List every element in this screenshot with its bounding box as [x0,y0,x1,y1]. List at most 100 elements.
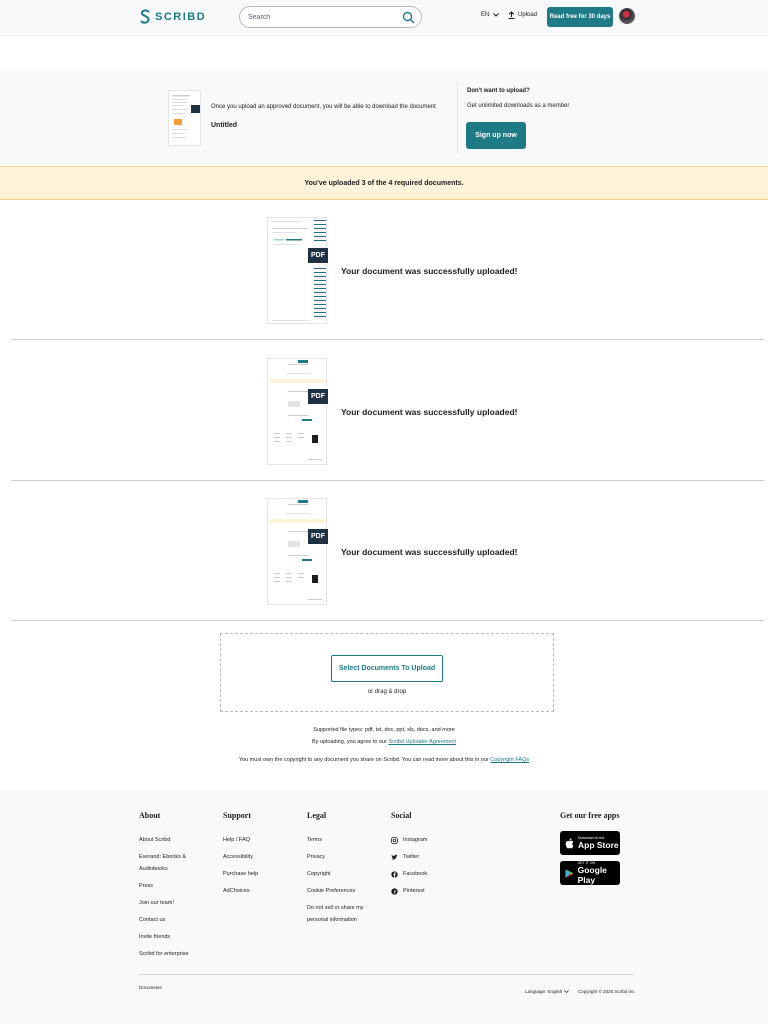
document-title: Untitled [211,122,238,129]
footer-legal-column: Legal Terms Privacy Copyright Cookie Pre… [307,811,367,931]
site-footer: About About Scribd Everand: Ebooks & Aud… [0,790,768,1024]
footer-link[interactable]: Copyright [307,868,367,880]
social-twitter[interactable]: Twitter [391,851,451,863]
upload-icon [508,11,515,19]
copyright-text: Copyright © 2025 Scribd Inc. [578,989,636,994]
footer-link[interactable]: Everand: Ebooks & Audiobooks [139,851,199,875]
scribd-logo[interactable]: SCRIBD [140,9,206,25]
footer-support-heading: Support [223,811,252,820]
social-facebook[interactable]: Facebook [391,868,451,880]
footer-language-label: Language: English [525,989,563,994]
row-divider [11,620,764,621]
copyright-faqs-link[interactable]: Copyright FAQs [490,757,529,763]
uploaded-document-thumbnail [267,358,327,465]
footer-link[interactable]: Do not sell or share my personal informa… [307,902,367,926]
sign-up-button[interactable]: Sign up now [466,122,526,149]
search-input[interactable] [248,11,398,24]
uploaded-document-thumbnail [267,217,327,324]
google-play-icon [565,868,574,878]
social-label: Instagram [403,837,428,843]
pinterest-icon [391,887,398,895]
pdf-badge: PDF [308,389,328,404]
upload-progress-notice: You've uploaded 3 of the 4 required docu… [0,166,768,200]
pdf-badge: PDF [308,248,328,263]
supported-filetypes-note: Supported file types: pdf, txt, doc, ppt… [313,727,455,733]
document-page-icon [270,500,326,600]
footer-link[interactable]: Help / FAQ [223,834,283,846]
chevron-down-icon [493,13,500,17]
footer-link[interactable]: Purchase help [223,868,283,880]
apple-icon [565,837,574,848]
footer-about-heading: About [139,811,161,820]
unlimited-downloads-text: Get unlimited downloads as a member [467,103,570,109]
footer-link[interactable]: Press [139,880,199,892]
avatar[interactable] [619,8,635,24]
banner-message: Once you upload an approved document, yo… [211,104,436,110]
uploader-agreement-note: By uploading, you agree to our Scribd Up… [0,739,768,745]
google-play-badge[interactable]: GET IT ON Google Play [560,861,620,885]
search-box[interactable] [239,6,422,28]
copyright-prefix: You must own the copyright to any docume… [238,757,491,763]
search-icon[interactable] [402,11,415,24]
appstore-big-text: App Store [578,840,619,850]
twitter-icon [391,854,398,860]
document-page-icon [272,220,326,321]
googleplay-big-text: Google Play [577,865,607,885]
upload-success-message: Your document was successfully uploaded! [341,266,518,276]
logo-text: SCRIBD [155,11,207,23]
download-banner [0,71,768,166]
upload-dropzone[interactable]: Select Documents To Upload or drag & dro… [220,633,554,712]
document-page-icon [270,360,326,460]
footer-link[interactable]: Contact us [139,914,199,926]
read-free-button[interactable]: Read free for 30 days [547,7,613,27]
footer-link[interactable]: Join our team! [139,897,199,909]
footer-support-column: Support Help / FAQ Accessibility Purchas… [223,811,283,902]
uploaded-document-thumbnail [267,498,327,605]
footer-link[interactable]: Accessibility [223,851,283,863]
scribd-logo-icon [140,9,150,24]
social-label: Pinterest [403,888,425,894]
footer-link[interactable]: Terms [307,834,367,846]
footer-link[interactable]: About Scribd [139,834,199,846]
uploaded-document-row: PDF Your document was successfully uploa… [11,341,764,481]
footer-link[interactable]: Privacy [307,851,367,863]
upload-success-message: Your document was successfully uploaded! [341,407,518,417]
footer-social-heading: Social [391,811,412,820]
site-header: SCRIBD EN Upload Read free for 30 days [0,0,768,36]
banner-divider [457,82,458,154]
social-label: Twitter [403,854,420,860]
footer-link[interactable]: Invite friends [139,931,199,943]
social-label: Facebook [403,871,428,877]
select-documents-button[interactable]: Select Documents To Upload [331,655,443,682]
footer-link[interactable]: Cookie Preferences [307,885,367,897]
drag-drop-label: or drag & drop [367,689,407,695]
footer-language-selector[interactable]: Language: English [525,989,570,994]
uploader-agreement-link[interactable]: Scribd Uploader Agreement [388,739,456,745]
upload-label: Upload [518,12,538,18]
social-pinterest[interactable]: Pinterest [391,885,451,897]
footer-social-column: Social Instagram Twitter Facebook Pinter… [391,811,451,902]
document-preview-icon [172,95,200,138]
chevron-down-icon [564,990,570,993]
footer-about-column: About About Scribd Everand: Ebooks & Aud… [139,811,199,965]
copyright-note: You must own the copyright to any docume… [0,757,768,763]
footer-link[interactable]: AdChoices [223,885,283,897]
footer-divider [139,974,634,975]
footer-link[interactable]: Scribd for enterprise [139,948,199,960]
footer-apps-heading: Get our free apps [560,811,620,820]
upload-success-message: Your document was successfully uploaded! [341,547,518,557]
documents-link[interactable]: Documents [139,985,162,990]
uploaded-document-row: PDF Your document was successfully uploa… [11,200,764,340]
dont-want-heading: Don't want to upload? [467,88,530,94]
row-divider [11,339,764,340]
instagram-icon [391,836,398,844]
pdf-badge: PDF [308,529,328,544]
document-thumbnail [168,90,201,146]
uploaded-document-row: PDF Your document was successfully uploa… [11,481,764,621]
agreement-prefix: By uploading, you agree to our [311,739,389,745]
upload-link[interactable]: Upload [508,11,537,19]
language-selector[interactable]: EN [481,12,500,18]
app-store-badge[interactable]: Download on the App Store [560,831,620,855]
language-label: EN [481,12,490,18]
social-instagram[interactable]: Instagram [391,834,451,846]
